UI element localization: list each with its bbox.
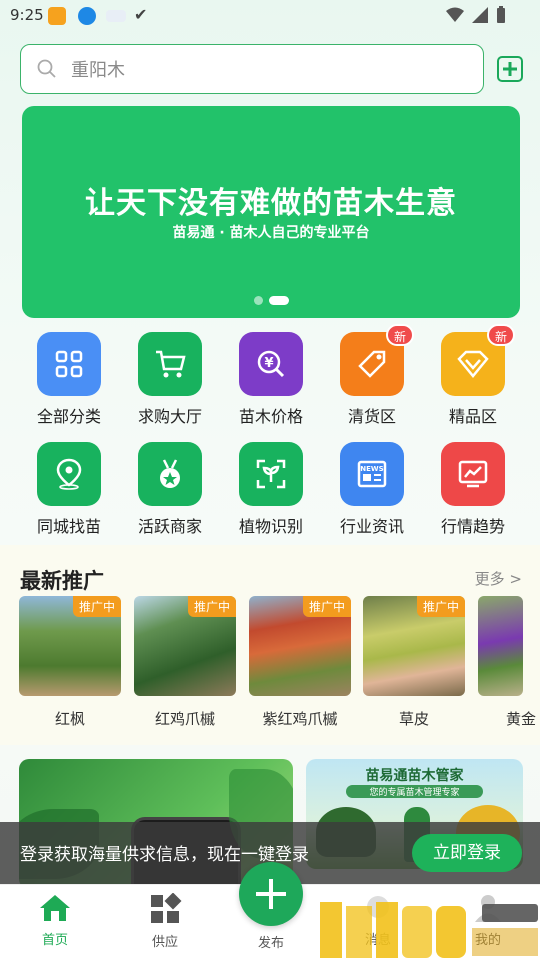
nav-label-publish: 发布: [257, 936, 284, 951]
add-button[interactable]: [497, 56, 523, 82]
section-title: 最新推广: [20, 569, 104, 593]
grid-label: 全部分类: [36, 407, 101, 426]
promo-name: 红鸡爪槭: [154, 710, 215, 728]
grid-item-all-categories[interactable]: 全部分类: [19, 332, 119, 427]
grid-item-purchase-hall[interactable]: 求购大厅: [120, 332, 220, 427]
promo-card[interactable]: 黄金: [478, 596, 540, 729]
status-bar: 9:25 ✔: [0, 0, 540, 32]
grid-label: 精品区: [448, 407, 497, 426]
supply-icon: [151, 892, 182, 923]
grid-item-plant-recognition[interactable]: 植物识别: [221, 442, 321, 537]
login-prompt-text: 登录获取海量供求信息，现在一键登录: [20, 845, 309, 865]
download-notification-icon: [78, 7, 96, 25]
promo-tag: 推广中: [416, 596, 465, 617]
promo-tag: 推广中: [302, 596, 351, 617]
promo-name: 黄金: [506, 710, 537, 728]
banner-dot-active[interactable]: [269, 296, 289, 305]
grid-item-industry-news[interactable]: NEWS 行业资讯: [322, 442, 422, 537]
news-icon: NEWS: [340, 442, 404, 506]
promo-card[interactable]: 推广中 草皮: [363, 596, 465, 729]
grid-item-seedling-price[interactable]: ¥ 苗木价格: [221, 332, 321, 427]
status-right: [446, 6, 506, 24]
grid-label: 同城找苗: [36, 517, 101, 536]
banner-subtitle: 苗易通 · 苗木人自己的专业平台: [172, 225, 370, 241]
search-input[interactable]: [71, 55, 471, 85]
cart-icon: [138, 332, 202, 396]
grid-item-local-seedlings[interactable]: 同城找苗: [19, 442, 119, 537]
promo-card[interactable]: 推广中 红枫: [19, 596, 121, 729]
svg-text:¥: ¥: [264, 356, 273, 371]
tag-icon: 新: [340, 324, 414, 396]
grid-label: 行业资讯: [339, 517, 404, 536]
battery-icon: [497, 6, 505, 23]
promo-card[interactable]: 推广中 红鸡爪槭: [134, 596, 236, 729]
banner-subtitle: 您的专属苗木管理专家: [346, 785, 483, 798]
app-notification-icon-2: [106, 10, 126, 22]
status-time: 9:25: [10, 6, 44, 24]
nav-supply[interactable]: 供应: [125, 892, 205, 950]
grid-label: 求购大厅: [137, 407, 202, 426]
login-button[interactable]: 立即登录: [412, 834, 522, 872]
promo-image: 推广中: [19, 596, 121, 696]
medal-icon: [138, 442, 202, 506]
plus-icon: [503, 62, 517, 76]
grid-item-clearance[interactable]: 新 清货区: [322, 324, 422, 427]
grid-label: 行情趋势: [440, 517, 505, 536]
latest-promotion-section: 最新推广 更多 > 推广中 红枫 推广中 红鸡爪槭 推广中 紫红鸡爪槭 推广中 …: [0, 545, 540, 745]
hero-banner[interactable]: 让天下没有难做的苗木生意 苗易通 · 苗木人自己的专业平台: [22, 106, 520, 318]
banner-dot[interactable]: [254, 296, 263, 305]
grid-icon: [37, 332, 101, 396]
trend-chart-icon: [441, 442, 505, 506]
plant-scan-icon: [239, 442, 303, 506]
signal-icon: [472, 7, 488, 23]
nav-label: 首页: [41, 933, 68, 948]
grid-item-active-merchants[interactable]: 活跃商家: [120, 442, 220, 537]
promo-image: 推广中: [363, 596, 465, 696]
promo-card[interactable]: 推广中 紫红鸡爪槭: [249, 596, 351, 729]
diamond-icon: 新: [441, 324, 515, 396]
banner-title: 苗易通苗木管家: [365, 768, 464, 784]
grid-item-market-trends[interactable]: 行情趋势: [423, 442, 523, 537]
promo-tag: 推广中: [187, 596, 236, 617]
svg-text:NEWS: NEWS: [360, 465, 383, 473]
grid-label: 清货区: [347, 407, 396, 426]
promo-name: 草皮: [398, 710, 429, 728]
plus-icon: [256, 879, 286, 909]
publish-button[interactable]: [239, 862, 303, 926]
promo-image: 推广中: [134, 596, 236, 696]
more-link[interactable]: 更多 >: [475, 568, 522, 589]
location-icon: [37, 442, 101, 506]
search-bar[interactable]: [20, 44, 484, 94]
nav-label: 供应: [151, 935, 178, 950]
grid-label: 苗木价格: [238, 407, 303, 426]
promo-image: [478, 596, 523, 696]
app-notification-icon: [48, 7, 66, 25]
banner-title: 让天下没有难做的苗木生意: [85, 186, 457, 221]
promo-name: 紫红鸡爪槭: [262, 710, 338, 728]
nav-home[interactable]: 首页: [15, 893, 95, 948]
banner-pagination: [254, 296, 289, 305]
check-icon: ✔: [134, 5, 148, 24]
new-badge: 新: [386, 324, 414, 346]
search-icon: [37, 59, 56, 78]
home-icon: [40, 895, 70, 921]
price-search-icon: ¥: [239, 332, 303, 396]
grid-label: 活跃商家: [137, 517, 202, 536]
grid-item-premium[interactable]: 新 精品区: [423, 324, 523, 427]
promo-tag: 推广中: [72, 596, 121, 617]
promo-image: 推广中: [249, 596, 351, 696]
grid-label: 植物识别: [238, 517, 303, 536]
new-badge: 新: [487, 324, 515, 346]
site-watermark-logo: [320, 902, 538, 958]
wifi-icon: [446, 7, 464, 22]
promo-name: 红枫: [54, 710, 85, 728]
